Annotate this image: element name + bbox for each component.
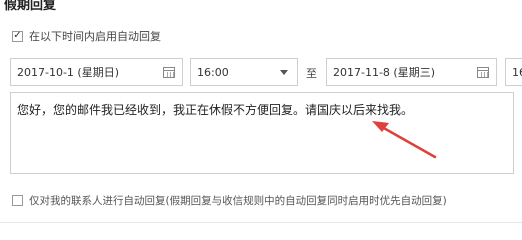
annotation-arrow <box>372 121 437 159</box>
